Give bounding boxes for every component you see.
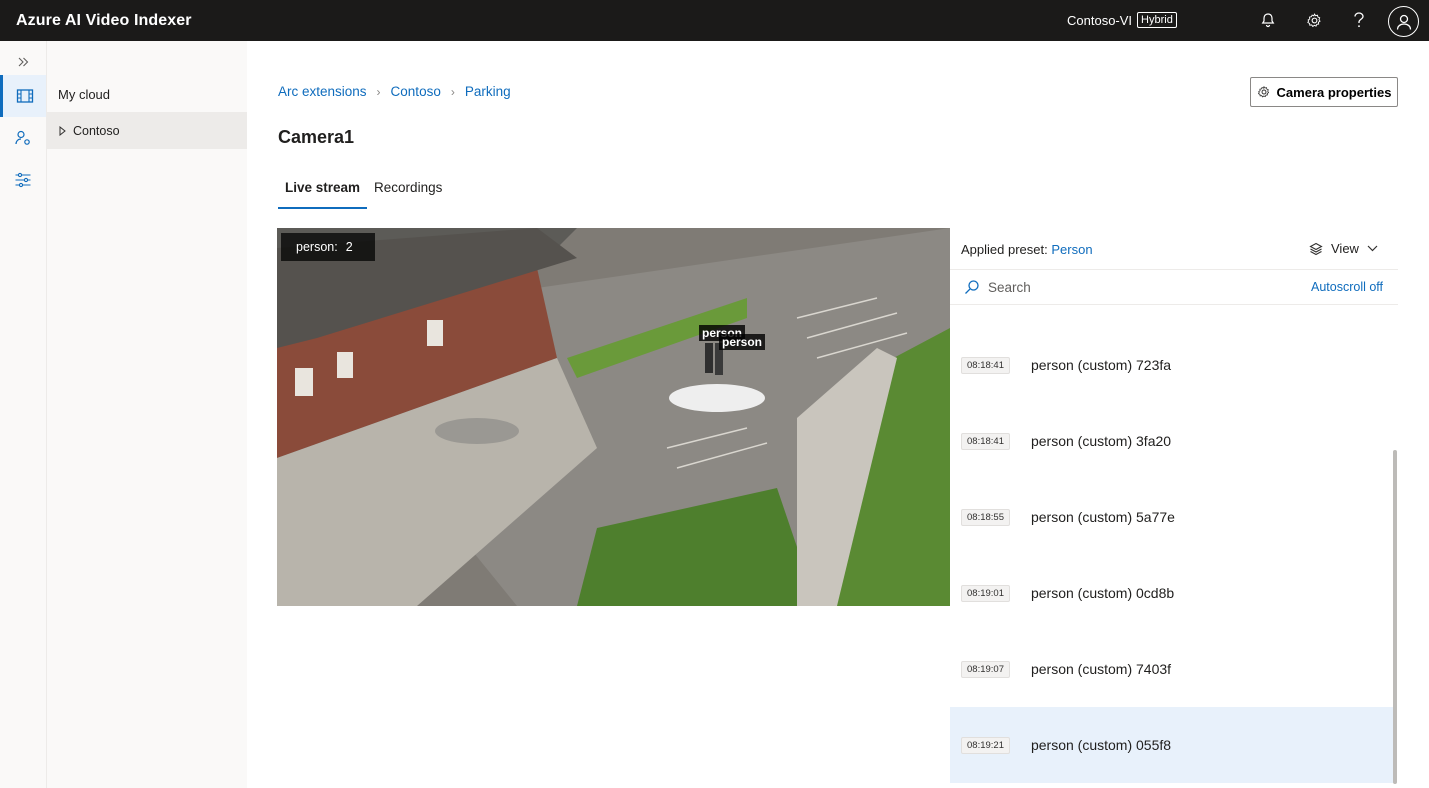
tree-root-my-cloud[interactable]: My cloud [58, 87, 110, 102]
help-icon[interactable] [1349, 10, 1369, 30]
filters-icon[interactable] [0, 159, 46, 201]
applied-preset-label: Applied preset: [961, 242, 1048, 257]
hybrid-badge: Hybrid [1137, 12, 1177, 28]
person-count-value: 2 [345, 240, 353, 254]
scrollbar[interactable] [1393, 450, 1397, 784]
event-label: person (custom) 3fa20 [1030, 433, 1172, 449]
camera-properties-label: Camera properties [1276, 84, 1392, 100]
breadcrumb-separator-icon: › [376, 84, 381, 99]
event-label: person (custom) 723fa [1030, 357, 1172, 373]
top-bar: Azure AI Video Indexer Contoso-VI Hybrid [0, 0, 1429, 41]
breadcrumb-contoso[interactable]: Contoso [391, 84, 441, 99]
gear-icon [1257, 85, 1269, 98]
tab-recordings[interactable]: Recordings [367, 178, 449, 209]
list-item[interactable]: 08:19:01 person (custom) 0cd8b [950, 555, 1394, 631]
account-name: Contoso-VI [1067, 12, 1133, 28]
list-item[interactable]: 08:18:55 person (custom) 5a77e [950, 479, 1394, 555]
person-count-chip: person: 2 [281, 233, 375, 261]
breadcrumb-arc-extensions[interactable]: Arc extensions [278, 84, 367, 99]
chevron-right-icon[interactable] [59, 125, 67, 136]
tab-list: Live stream Recordings [278, 178, 449, 209]
autoscroll-toggle[interactable]: Autoscroll off [1311, 280, 1383, 294]
insights-panel: Applied preset: Person View Search Autos… [950, 228, 1398, 788]
breadcrumb: Arc extensions › Contoso › Parking [278, 84, 511, 99]
detection-label: person [719, 334, 766, 350]
panel-divider [950, 304, 1398, 305]
video-library-icon[interactable] [0, 75, 46, 117]
gear-icon[interactable] [1304, 10, 1324, 30]
live-video[interactable]: person: 2 person person [277, 228, 950, 606]
event-time: 08:19:07 [961, 660, 1010, 678]
person-count-label: person: [296, 240, 338, 254]
event-label: person (custom) 5a77e [1030, 509, 1175, 525]
layers-icon [1309, 242, 1323, 255]
user-icon[interactable] [1388, 6, 1419, 37]
list-item[interactable]: 08:18:41 person (custom) 3fa20 [950, 403, 1394, 479]
app-title[interactable]: Azure AI Video Indexer [16, 12, 192, 30]
event-time: 08:19:01 [961, 584, 1010, 602]
event-time: 08:18:41 [961, 432, 1010, 450]
breadcrumb-parking[interactable]: Parking [465, 84, 511, 99]
search-input[interactable]: Search [964, 279, 1031, 295]
page-title: Camera1 [278, 127, 355, 147]
camera-properties-button[interactable]: Camera properties [1250, 77, 1398, 107]
event-time: 08:18:41 [961, 356, 1010, 374]
event-list: 08:18:41 person (custom) 723fa 08:18:41 … [950, 327, 1394, 783]
list-item-selected[interactable]: 08:19:21 person (custom) 055f8 [950, 707, 1394, 783]
applied-preset: Applied preset: Person [961, 242, 1093, 257]
event-time: 08:18:55 [961, 508, 1010, 526]
list-item[interactable]: 08:18:41 person (custom) 723fa [950, 327, 1394, 403]
list-item[interactable]: 08:19:07 person (custom) 7403f [950, 631, 1394, 707]
parking-lot-scene [277, 228, 950, 606]
search-icon [965, 280, 979, 294]
view-label: View [1331, 241, 1359, 256]
bell-icon[interactable] [1258, 10, 1278, 30]
view-dropdown[interactable]: View [1309, 241, 1378, 256]
account-tree: My cloud Contoso [47, 41, 247, 788]
event-label: person (custom) 0cd8b [1030, 585, 1175, 601]
tab-live-stream[interactable]: Live stream [278, 178, 368, 209]
tree-item-contoso[interactable]: Contoso [47, 112, 247, 149]
applied-preset-value[interactable]: Person [1051, 242, 1092, 257]
left-rail [0, 41, 47, 788]
tree-item-label: Contoso [73, 123, 120, 138]
account-switcher[interactable]: Contoso-VI Hybrid [1067, 12, 1177, 28]
event-label: person (custom) 7403f [1030, 661, 1172, 677]
event-time: 08:19:21 [961, 736, 1010, 754]
search-placeholder: Search [988, 279, 1031, 295]
breadcrumb-separator-icon: › [450, 84, 455, 99]
panel-divider [950, 269, 1398, 270]
people-settings-icon[interactable] [0, 117, 46, 159]
event-label: person (custom) 055f8 [1030, 737, 1172, 753]
chevron-down-icon [1367, 245, 1378, 252]
